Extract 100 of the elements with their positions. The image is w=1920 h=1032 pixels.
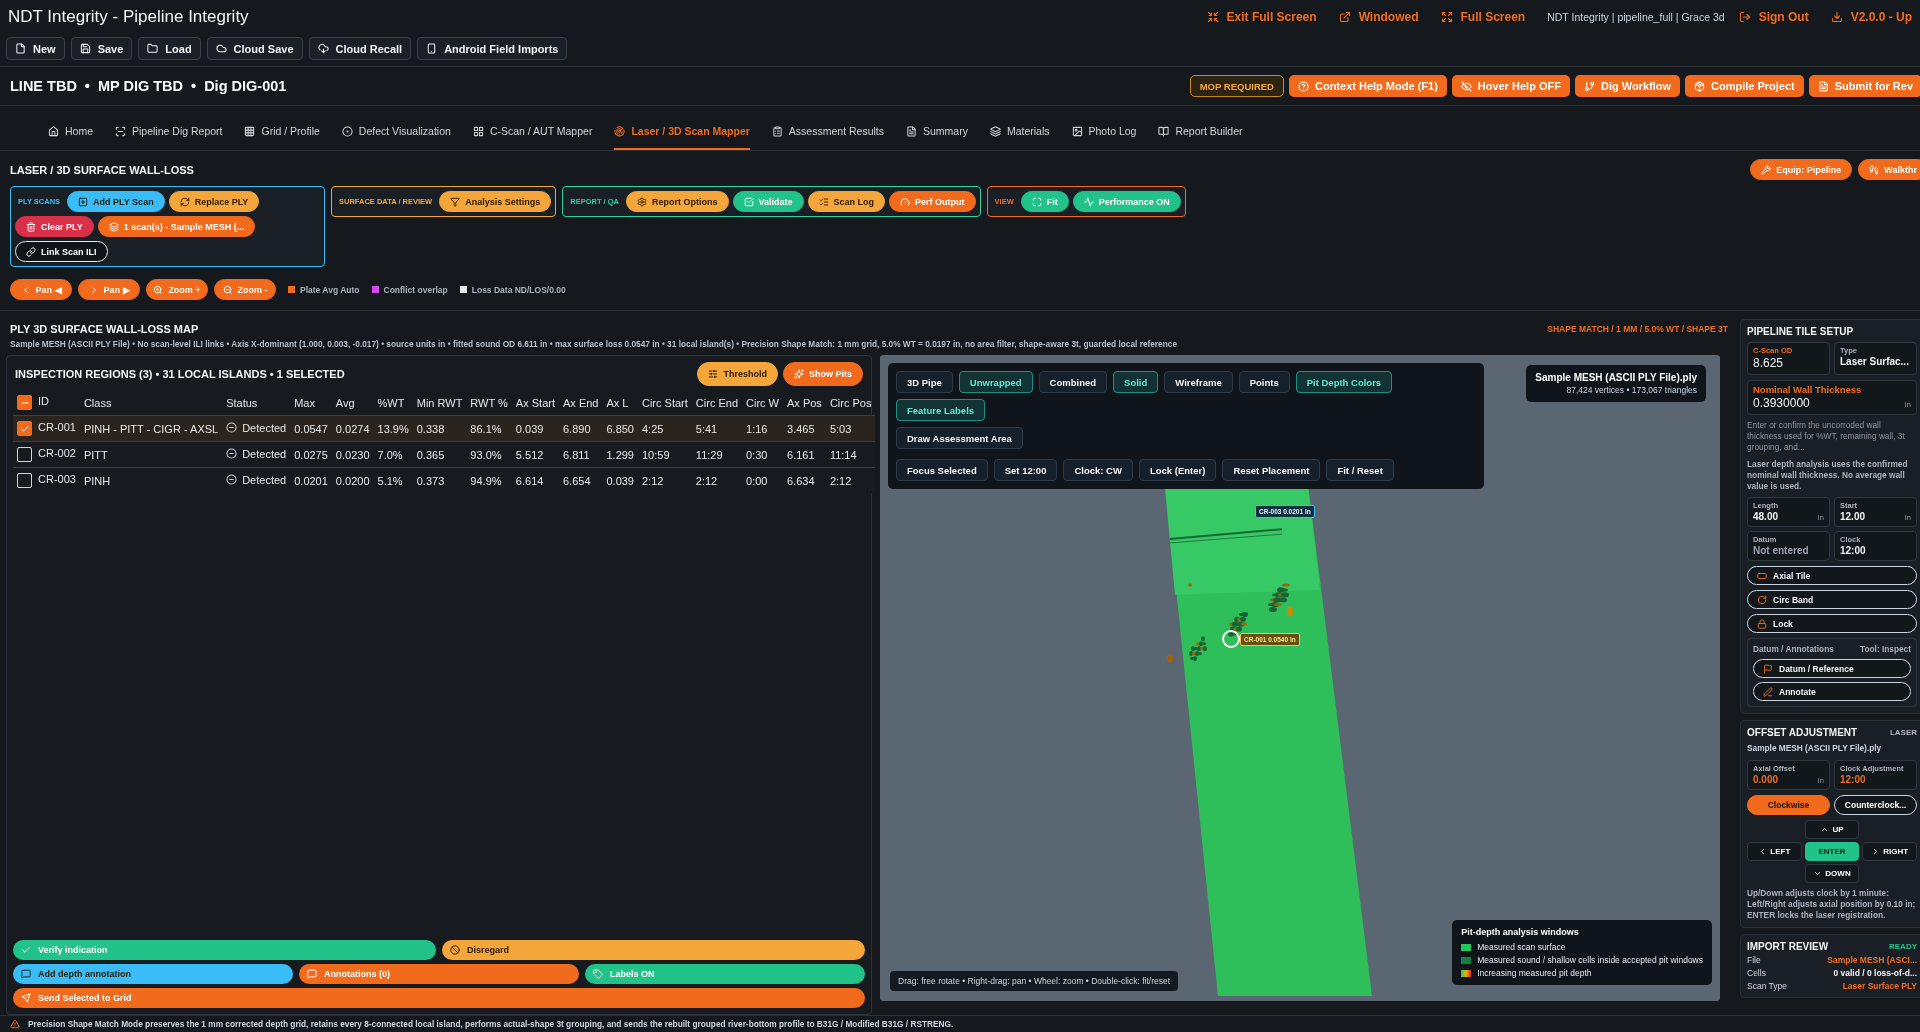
placement-button[interactable]: Focus Selected bbox=[896, 459, 988, 481]
placement-button[interactable]: Clock: CW bbox=[1063, 459, 1133, 481]
tile-tool-button[interactable]: Axial Tile bbox=[1747, 566, 1917, 586]
table-cell: 7.0% bbox=[377, 448, 403, 461]
nav-tab[interactable]: Defect Visualization bbox=[341, 114, 451, 150]
placement-button[interactable]: Reset Placement bbox=[1222, 459, 1321, 481]
toolbar-button[interactable]: Analysis Settings bbox=[439, 191, 552, 212]
nav-tab[interactable]: Laser / 3D Scan Mapper bbox=[614, 114, 750, 150]
file-toolbar-button[interactable]: Load bbox=[138, 37, 201, 60]
view-mode-button[interactable]: Feature Labels bbox=[896, 399, 986, 421]
wall-thickness-field[interactable]: Nominal Wall Thickness 0.3930000 in bbox=[1747, 380, 1917, 415]
direction-button[interactable]: Clockwise bbox=[1747, 794, 1830, 815]
ready-status: READY bbox=[1889, 942, 1917, 952]
table-cell: 0.039 bbox=[606, 474, 634, 487]
expand-icon bbox=[1440, 11, 1453, 23]
left-button[interactable]: LEFT bbox=[1747, 841, 1802, 861]
header-action-button[interactable]: V2.0.0 - Up bbox=[1830, 10, 1912, 24]
nav-tab[interactable]: Grid / Profile bbox=[244, 114, 320, 150]
warning-icon bbox=[10, 1019, 20, 1029]
setup-input[interactable]: 12.00 bbox=[1840, 510, 1905, 524]
right-button[interactable]: RIGHT bbox=[1862, 841, 1917, 861]
table-cell: 5.1% bbox=[377, 474, 403, 487]
toolbar-button[interactable]: Link Scan ILI bbox=[15, 241, 108, 262]
view-mode-button[interactable]: Solid bbox=[1113, 371, 1159, 393]
nav-tab[interactable]: Home bbox=[48, 114, 93, 150]
view-mode-button[interactable]: Combined bbox=[1038, 371, 1108, 393]
file-toolbar-button[interactable]: Save bbox=[70, 37, 133, 60]
view-mode-button[interactable]: Points bbox=[1238, 371, 1290, 393]
row-checkbox[interactable] bbox=[17, 421, 32, 436]
panel-title: PIPELINE TILE SETUP bbox=[1747, 326, 1854, 337]
row-checkbox[interactable] bbox=[17, 447, 32, 462]
file-toolbar-button[interactable]: Android Field Imports bbox=[417, 37, 568, 60]
table-cell: 0:00 bbox=[746, 474, 768, 487]
nav-tab[interactable]: Materials bbox=[989, 114, 1050, 150]
od-input[interactable]: 8.625 bbox=[1753, 355, 1824, 371]
legend-label: Measured sound / shallow cells inside accepted pit windows bbox=[1477, 955, 1703, 965]
cloud-download-icon bbox=[317, 43, 329, 54]
up-button[interactable]: UP bbox=[1804, 819, 1860, 839]
enter-button[interactable]: ENTER bbox=[1804, 841, 1860, 861]
setup-input[interactable]: 12:00 bbox=[1840, 544, 1911, 558]
toolbar-button[interactable]: Replace PLY bbox=[168, 191, 260, 212]
select-all-checkbox[interactable] bbox=[17, 395, 32, 410]
nav-tab[interactable]: Summary bbox=[906, 114, 968, 150]
toolbar-button[interactable]: Scan Log bbox=[807, 191, 886, 212]
view-mode-button[interactable]: 3D Pipe bbox=[896, 371, 953, 393]
file-toolbar-button[interactable]: Cloud Recall bbox=[308, 37, 412, 60]
row-checkbox[interactable] bbox=[17, 473, 32, 488]
action-button[interactable]: Add depth annotation bbox=[13, 964, 293, 984]
view-mode-button[interactable]: Pit Depth Colors bbox=[1295, 371, 1393, 393]
view-mode-button[interactable]: Unwrapped bbox=[958, 371, 1033, 393]
table-cell: 6.614 bbox=[515, 474, 544, 487]
down-button[interactable]: DOWN bbox=[1804, 863, 1860, 883]
header-action-button[interactable]: Sign Out bbox=[1738, 10, 1809, 24]
review-value: Laser Surface PLY bbox=[1842, 981, 1917, 992]
toolbar-button[interactable]: Add PLY Scan bbox=[67, 191, 165, 212]
table-cell: 1.299 bbox=[606, 448, 634, 461]
column-header: Status bbox=[226, 396, 258, 409]
placement-button[interactable]: Set 12:00 bbox=[993, 459, 1058, 481]
nav-tab[interactable]: Photo Log bbox=[1071, 114, 1137, 150]
nav-tab[interactable]: Report Builder bbox=[1158, 114, 1243, 150]
nav-tab[interactable]: Pipeline Dig Report bbox=[115, 114, 223, 150]
legend-label: Measured scan surface bbox=[1477, 942, 1566, 952]
toolbar-button[interactable]: Report Options bbox=[626, 191, 729, 212]
offset-input[interactable]: 0.000 bbox=[1753, 772, 1818, 786]
direction-button[interactable]: Counterclock... bbox=[1834, 794, 1917, 815]
comment-icon bbox=[21, 969, 31, 979]
review-label: Cells bbox=[1747, 968, 1766, 979]
placement-button[interactable]: Lock (Enter) bbox=[1138, 459, 1217, 481]
table-cell: Detected bbox=[242, 447, 287, 460]
header-action-button[interactable]: Exit Full Screen bbox=[1206, 10, 1317, 24]
regions-button[interactable]: Threshold bbox=[697, 362, 778, 386]
tile-tool-button[interactable]: Lock bbox=[1747, 614, 1917, 634]
draw-area-button[interactable]: Draw Assessment Area bbox=[896, 427, 1023, 449]
header-action-button[interactable]: Full Screen bbox=[1440, 10, 1526, 24]
setup-input[interactable]: 48.00 bbox=[1753, 510, 1818, 524]
table-cell: 6.634 bbox=[787, 474, 815, 487]
table-cell: 0.0274 bbox=[335, 422, 370, 435]
tile-tool-button[interactable]: Circ Band bbox=[1747, 590, 1917, 610]
placement-button[interactable]: Fit / Reset bbox=[1326, 459, 1394, 481]
view-mode-button[interactable]: Wireframe bbox=[1164, 371, 1233, 393]
action-button[interactable]: Disregard bbox=[442, 940, 865, 960]
file-toolbar-button[interactable]: Cloud Save bbox=[206, 37, 303, 60]
status-icon bbox=[226, 448, 238, 460]
column-header: Avg bbox=[335, 396, 355, 409]
file-toolbar-button[interactable]: New bbox=[6, 37, 65, 60]
mop-required-badge[interactable]: MOP REQUIRED bbox=[1189, 75, 1284, 97]
nav-tab[interactable]: C-Scan / AUT Mapper bbox=[472, 114, 593, 150]
setup-input[interactable]: Not entered bbox=[1753, 544, 1824, 558]
toolbar-button[interactable]: Clear PLY bbox=[15, 216, 94, 237]
legend-label: Plate Avg Auto bbox=[300, 284, 360, 295]
type-input[interactable]: Laser Surfac... bbox=[1840, 355, 1911, 368]
offset-input[interactable]: 12:00 bbox=[1840, 772, 1911, 786]
sparkle-icon bbox=[794, 369, 804, 379]
nav-tab[interactable]: Assessment Results bbox=[771, 114, 884, 150]
annotation-button[interactable]: Datum / Reference bbox=[1753, 659, 1911, 679]
phone-icon bbox=[426, 43, 438, 54]
wall-thickness-input[interactable]: 0.3930000 bbox=[1753, 395, 1905, 411]
annotation-button[interactable]: Annotate bbox=[1753, 682, 1911, 702]
analysis-note: Laser depth analysis uses the confirmed nominal wall thickness. No average wall value is used. bbox=[1747, 458, 1909, 493]
header-action-button[interactable]: Windowed bbox=[1338, 10, 1419, 24]
